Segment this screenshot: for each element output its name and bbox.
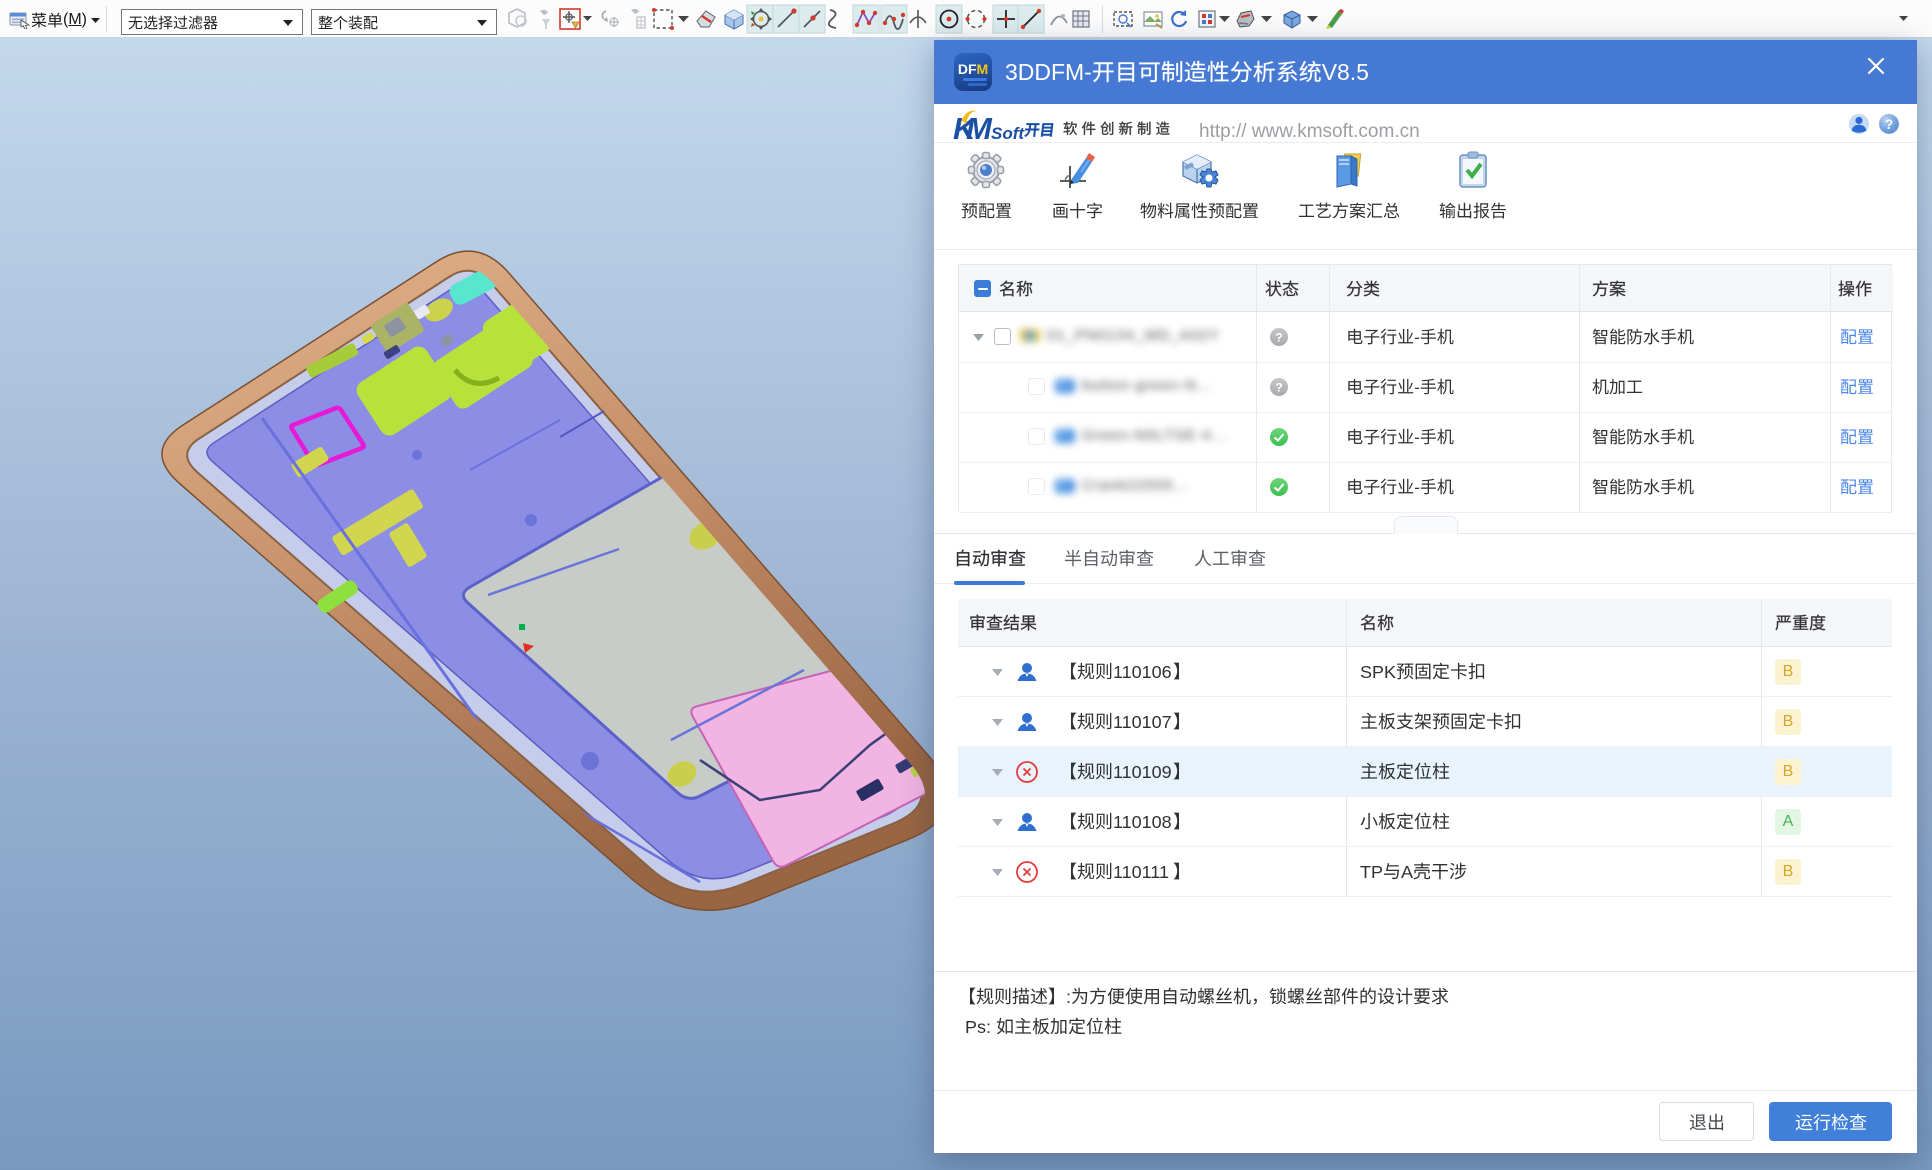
svg-text:-: - <box>1414 428 1420 447</box>
svg-text:110107: 110107 <box>1113 712 1172 732</box>
svg-text:-: - <box>1414 478 1420 497</box>
svg-text:110106: 110106 <box>1113 662 1172 682</box>
svg-text:A: A <box>1401 862 1413 882</box>
svg-text:Soft: Soft <box>991 124 1025 142</box>
svg-text::: : <box>1066 987 1071 1007</box>
svg-text:TP: TP <box>1360 862 1383 882</box>
svg-text:?: ? <box>1275 331 1282 345</box>
svg-text:?: ? <box>1275 381 1282 395</box>
svg-text:V8.5: V8.5 <box>1322 59 1369 85</box>
svg-text:M: M <box>966 111 993 142</box>
svg-text:-: - <box>1414 328 1420 347</box>
svg-text:?: ? <box>1885 116 1894 132</box>
svg-text:-: - <box>1414 378 1420 397</box>
svg-text:SPK: SPK <box>1360 662 1396 682</box>
svg-text:110111: 110111 <box>1113 862 1169 882</box>
svg-text:110109: 110109 <box>1113 762 1172 782</box>
svg-text:110108: 110108 <box>1113 812 1172 832</box>
svg-text:3DDFM-: 3DDFM- <box>1005 59 1092 85</box>
svg-text:Ps:: Ps: <box>965 1017 991 1037</box>
